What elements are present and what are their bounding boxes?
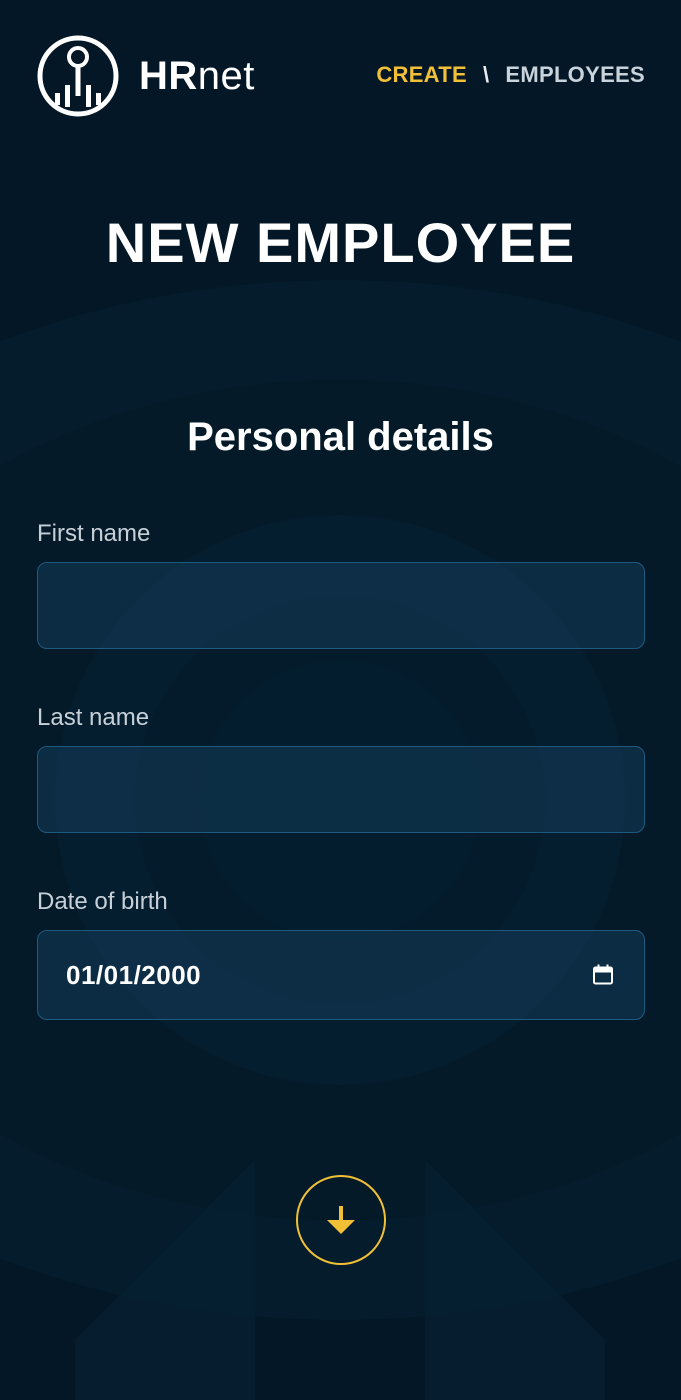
date-of-birth-label: Date of birth xyxy=(37,888,168,915)
arrow-down-icon xyxy=(327,1206,355,1234)
hrnet-logo[interactable]: HRnet xyxy=(37,35,255,117)
first-name-label: First name xyxy=(37,520,151,547)
brand-name: HRnet xyxy=(139,54,255,98)
nav-employees-link[interactable]: EMPLOYEES xyxy=(505,62,645,88)
calendar-icon[interactable] xyxy=(592,964,614,986)
date-of-birth-value: 01/01/2000 xyxy=(66,959,202,990)
site-header: HRnet CREATE \ EMPLOYEES xyxy=(0,0,681,150)
first-name-input[interactable] xyxy=(37,562,645,649)
last-name-label: Last name xyxy=(37,704,150,731)
section-title: Personal details xyxy=(187,415,494,459)
page-title: NEW EMPLOYEE xyxy=(105,211,576,274)
breadcrumb-nav: CREATE \ EMPLOYEES xyxy=(376,62,645,88)
nav-separator: \ xyxy=(482,62,490,87)
hrnet-logo-icon xyxy=(37,35,119,117)
date-of-birth-input[interactable]: 01/01/2000 xyxy=(37,930,645,1020)
last-name-input[interactable] xyxy=(37,746,645,833)
nav-create-link[interactable]: CREATE xyxy=(376,62,467,88)
scroll-down-button[interactable] xyxy=(296,1175,386,1265)
